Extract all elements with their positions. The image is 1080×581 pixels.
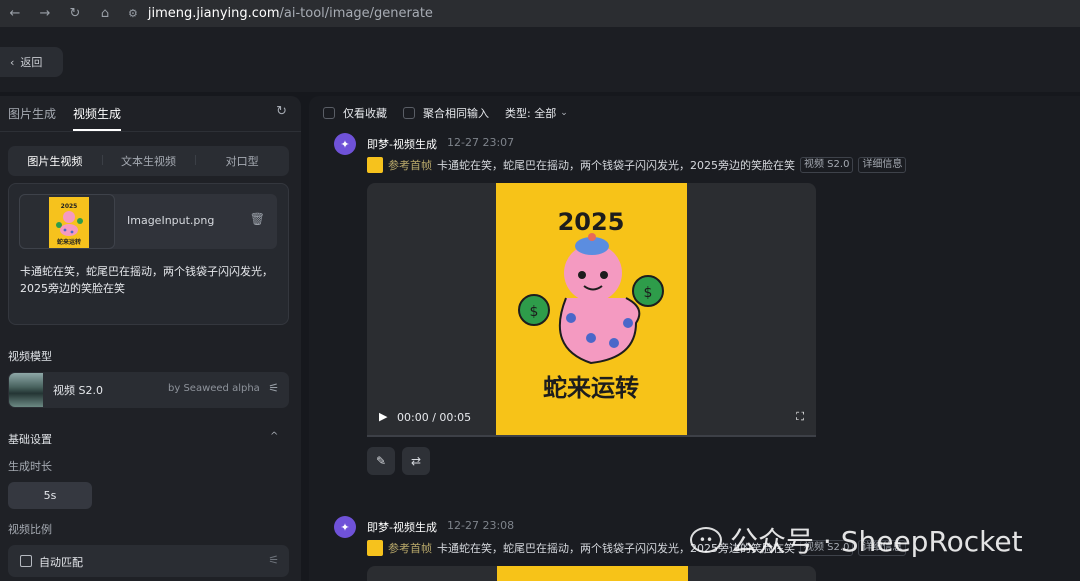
aspect-ratio-value: 自动匹配 [39, 556, 83, 569]
message-time: 12-27 23:07 [447, 136, 515, 149]
uploaded-image-card: 2025 蛇来运转 ImageInput.png 🗑 [19, 194, 277, 249]
video-caption-text: 蛇来运转 [543, 374, 639, 402]
edit-button[interactable]: ✎ [367, 447, 395, 475]
video-frame-image-second [497, 566, 688, 581]
model-provider: by Seaweed alpha [168, 383, 260, 394]
regenerate-button[interactable]: ⇄ [402, 447, 430, 475]
reference-frame-thumbnail[interactable] [367, 540, 383, 556]
details-link[interactable]: 详细信息 [858, 157, 907, 173]
pencil-icon: ✎ [375, 454, 387, 468]
results-panel: 仅看收藏 聚合相同输入 类型: 全部 ⌄ ✦ 即梦-视频生成 12-27 23:… [309, 96, 1080, 581]
video-player[interactable]: 2025 $ $ 蛇来运转 ▶ 00:00 / 00:05 ⛶ [367, 183, 816, 436]
agent-name: 即梦-视频生成 [367, 138, 437, 151]
chevron-left-icon: ‹ [10, 55, 15, 69]
tab-video-generation[interactable]: 视频生成 [73, 105, 122, 131]
address-bar[interactable]: ⚙ jimeng.jianying.com/ai-tool/image/gene… [128, 6, 433, 21]
video-current-time: 00:00 [397, 411, 429, 424]
mode-lip-sync[interactable]: 对口型 [195, 153, 289, 169]
message-meta: 参考首帧 卡通蛇在笑，蛇尾巴在摇动，两个钱袋子闪闪发光，2025旁边的笑脸在笑 … [367, 157, 907, 173]
message-time: 12-27 23:08 [447, 519, 515, 532]
aspect-ratio-icon [20, 555, 32, 567]
uploaded-filename: ImageInput.png [127, 214, 215, 227]
agent-name: 即梦-视频生成 [367, 521, 437, 534]
tab-image-generation[interactable]: 图片生成 [8, 105, 56, 122]
browser-toolbar: ← → ↻ ⌂ ⚙ jimeng.jianying.com/ai-tool/im… [0, 0, 1080, 27]
model-tag: 视频 S2.0 [800, 157, 854, 173]
favorites-only-label: 仅看收藏 [343, 107, 387, 120]
video-progress-bar[interactable] [367, 435, 816, 437]
reference-frame-label: 参考首帧 [388, 542, 432, 555]
reload-icon[interactable]: ↻ [60, 6, 90, 21]
favorites-only-filter[interactable]: 仅看收藏 [323, 105, 387, 121]
prompt-input-box[interactable]: 2025 蛇来运转 ImageInput.png 🗑 卡通蛇在笑，蛇尾巴在摇动，… [8, 183, 289, 325]
basic-settings-label: 基础设置 [8, 433, 52, 446]
jimeng-agent-icon: ✦ [334, 516, 356, 538]
video-duration: 00:05 [439, 411, 472, 424]
repeat-icon: ⇄ [410, 454, 422, 468]
merge-inputs-label: 聚合相同输入 [423, 107, 489, 120]
ratio-settings-icon[interactable]: ⚟ [268, 553, 279, 567]
reference-frame-label: 参考首帧 [388, 159, 432, 172]
duration-option-5s[interactable]: 5s [8, 482, 92, 509]
thumb-caption: 蛇来运转 [57, 238, 81, 246]
panel-divider [301, 96, 309, 581]
back-arrow-icon[interactable]: ← [0, 6, 30, 21]
svg-text:$: $ [644, 285, 653, 301]
url-host: jimeng.jianying.com [147, 6, 280, 21]
video-model-label: 视频模型 [8, 350, 52, 363]
forward-arrow-icon[interactable]: → [30, 6, 60, 21]
video-mode-switch: 图片生视频 文本生视频 对口型 [8, 146, 289, 176]
play-icon[interactable]: ▶ [379, 410, 387, 423]
svg-text:$: $ [530, 304, 539, 320]
chevron-down-icon: ⌄ [560, 108, 568, 118]
mode-image-to-video[interactable]: 图片生视频 [8, 153, 102, 169]
video-year-text: 2025 [558, 208, 625, 236]
back-button[interactable]: ‹ 返回 [0, 47, 63, 77]
thumb-year: 2025 [61, 203, 78, 210]
refresh-icon[interactable]: ↻ [276, 104, 287, 119]
generation-tabs: 图片生成 视频生成 ↻ [0, 96, 301, 132]
uploaded-image-thumbnail[interactable]: 2025 蛇来运转 [19, 194, 115, 249]
fullscreen-icon[interactable]: ⛶ [796, 410, 804, 424]
favorites-checkbox[interactable] [323, 107, 335, 119]
reference-frame-thumbnail[interactable] [367, 157, 383, 173]
home-icon[interactable]: ⌂ [90, 6, 120, 21]
video-model-selector[interactable]: 视频 S2.0 by Seaweed alpha ⚟ [8, 372, 289, 408]
site-settings-icon[interactable]: ⚙ [128, 7, 138, 20]
type-filter-label: 类型: 全部 [505, 107, 557, 120]
wechat-icon: •• [690, 527, 722, 553]
type-filter-dropdown[interactable]: 类型: 全部 ⌄ [505, 105, 568, 121]
message-prompt: 卡通蛇在笑，蛇尾巴在摇动，两个钱袋子闪闪发光，2025旁边的笑脸在笑 [437, 159, 795, 172]
filter-bar: 仅看收藏 聚合相同输入 类型: 全部 ⌄ [323, 104, 584, 122]
merge-inputs-checkbox[interactable] [403, 107, 415, 119]
trash-icon[interactable]: 🗑 [250, 212, 265, 226]
snake-thumbnail-image: 2025 蛇来运转 [49, 197, 89, 248]
mode-text-to-video[interactable]: 文本生视频 [101, 153, 196, 169]
video-time: 00:00 / 00:05 [397, 411, 471, 424]
settings-sliders-icon[interactable]: ⚟ [268, 381, 279, 395]
left-panel: 图片生成 视频生成 ↻ 图片生视频 文本生视频 对口型 2025 蛇来运转 Im… [0, 96, 301, 581]
model-thumbnail [9, 373, 43, 407]
watermark-text: 公众号 · SheepRocket [730, 525, 1023, 558]
watermark: •• 公众号 · SheepRocket [690, 520, 1023, 560]
prompt-text[interactable]: 卡通蛇在笑，蛇尾巴在摇动，两个钱袋子闪闪发光，2025旁边的笑脸在笑 [20, 263, 280, 297]
url-path: /ai-tool/image/generate [279, 6, 433, 21]
app-header [0, 27, 1080, 92]
video-time-separator: / [432, 411, 436, 424]
video-frame-image: 2025 $ $ 蛇来运转 [496, 183, 687, 436]
aspect-ratio-label: 视频比例 [8, 523, 52, 536]
jimeng-agent-icon: ✦ [334, 133, 356, 155]
merge-inputs-filter[interactable]: 聚合相同输入 [403, 105, 489, 121]
aspect-ratio-selector[interactable]: 自动匹配 ⚟ [8, 545, 289, 577]
duration-label: 生成时长 [8, 460, 52, 473]
model-name: 视频 S2.0 [53, 384, 103, 397]
chevron-up-icon[interactable]: ^ [270, 431, 278, 442]
back-label: 返回 [20, 56, 43, 69]
